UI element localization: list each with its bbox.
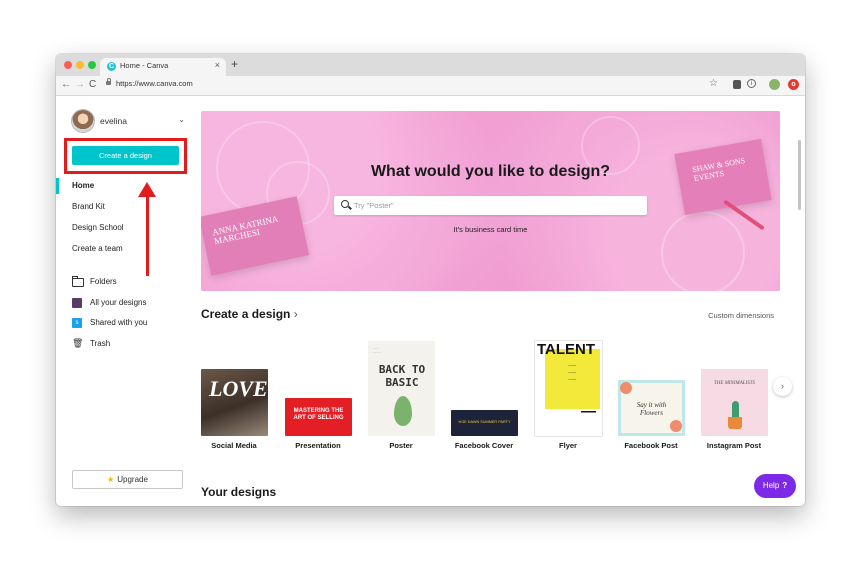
search-icon bbox=[341, 200, 349, 208]
create-design-heading[interactable]: Create a design › bbox=[201, 307, 298, 321]
scrollbar[interactable] bbox=[798, 140, 801, 210]
chevron-right-icon: › bbox=[293, 307, 298, 321]
new-tab-button[interactable]: + bbox=[231, 57, 238, 71]
info-extension-icon[interactable]: i bbox=[747, 79, 756, 88]
design-search-box[interactable] bbox=[334, 196, 647, 215]
sidebar-item-shared[interactable]: Shared with you bbox=[90, 318, 147, 327]
chevron-down-icon: ⌄ bbox=[178, 115, 185, 124]
label-social-media[interactable]: Social Media bbox=[189, 441, 279, 450]
shared-icon: s bbox=[72, 318, 82, 328]
profile-name: evelina bbox=[100, 116, 127, 126]
profile-avatar-icon[interactable] bbox=[769, 79, 780, 90]
hero-banner: ANNA KATRINA MARCHESI SHAW & SONS EVENTS… bbox=[201, 111, 780, 291]
label-facebook-post[interactable]: Facebook Post bbox=[606, 441, 696, 450]
profile-menu[interactable]: evelina ⌄ bbox=[72, 110, 187, 134]
poster-small-text: · · · · · · · bbox=[373, 347, 381, 355]
your-designs-heading: Your designs bbox=[201, 485, 277, 499]
extension-icon[interactable] bbox=[733, 80, 741, 89]
custom-dimensions-link[interactable]: Custom dimensions bbox=[708, 311, 774, 320]
back-arrow-icon[interactable]: ← bbox=[61, 79, 71, 91]
pot-decoration bbox=[728, 417, 742, 429]
template-flyer[interactable]: TALENT ~~~ ~~~ ~~~ — bbox=[535, 341, 602, 436]
thumb-text: THE MINIMALISTS bbox=[714, 381, 755, 386]
question-icon: ? bbox=[782, 481, 788, 490]
label-flyer[interactable]: Flyer bbox=[523, 441, 613, 450]
browser-window: C Home - Canva × + ← → C https://www.can… bbox=[56, 54, 805, 506]
flower-decoration bbox=[620, 382, 632, 394]
flower-decoration bbox=[670, 420, 682, 432]
carousel-next-button[interactable]: › bbox=[773, 377, 792, 396]
tab-title: Home - Canva bbox=[120, 61, 169, 70]
sidebar: evelina ⌄ Create a design Home Brand Kit… bbox=[56, 96, 194, 506]
template-facebook-cover[interactable]: HOE DAWN SUMMER PARTY bbox=[451, 410, 518, 436]
sidebar-item-folders[interactable]: Folders bbox=[90, 277, 117, 286]
thumb-text: Say it with Flowers bbox=[636, 401, 667, 417]
help-label: Help bbox=[762, 481, 780, 490]
active-indicator bbox=[56, 178, 59, 194]
template-poster[interactable]: · · · · · · · BACK TO BASIC bbox=[368, 341, 435, 436]
sidebar-item-all-designs[interactable]: All your designs bbox=[90, 298, 146, 307]
annotation-arrow bbox=[146, 192, 149, 276]
create-design-title: Create a design bbox=[201, 307, 291, 321]
folder-icon bbox=[72, 276, 84, 287]
sidebar-item-design-school[interactable]: Design School bbox=[72, 223, 124, 232]
reload-icon[interactable]: C bbox=[89, 79, 96, 91]
upgrade-button[interactable]: ★ Upgrade bbox=[72, 470, 183, 489]
url-field[interactable]: https://www.canva.com bbox=[116, 79, 193, 88]
thumb-text: HOE DAWN SUMMER PARTY bbox=[458, 420, 511, 424]
search-input[interactable] bbox=[354, 196, 639, 215]
sidebar-item-trash[interactable]: Trash bbox=[90, 339, 110, 348]
label-facebook-cover[interactable]: Facebook Cover bbox=[439, 441, 529, 450]
thumb-text: LOVE bbox=[209, 376, 268, 401]
hero-title: What would you like to design? bbox=[370, 163, 611, 180]
main-content: ANNA KATRINA MARCHESI SHAW & SONS EVENTS… bbox=[201, 96, 805, 506]
leaf-decoration bbox=[394, 396, 412, 426]
browser-tab[interactable]: C Home - Canva × bbox=[100, 58, 226, 76]
template-social-media[interactable]: LOVE bbox=[201, 369, 268, 436]
flyer-small-text: ~~~ ~~~ ~~~ bbox=[568, 364, 577, 383]
template-facebook-post[interactable]: Say it with Flowers bbox=[618, 380, 685, 436]
canva-favicon-icon: C bbox=[107, 62, 116, 71]
tab-close-button[interactable]: × bbox=[215, 60, 220, 70]
thumb-text: TALENT bbox=[537, 341, 596, 358]
create-design-button[interactable]: Create a design bbox=[72, 146, 179, 165]
lock-icon bbox=[106, 78, 111, 85]
sidebar-item-create-team[interactable]: Create a team bbox=[72, 244, 123, 253]
star-icon: ★ bbox=[107, 475, 115, 484]
flyer-bottom-text: — bbox=[581, 403, 596, 420]
thumb-text: MASTERING THE ART OF SELLING bbox=[293, 408, 344, 421]
forward-arrow-icon[interactable]: → bbox=[75, 79, 85, 91]
grid-icon bbox=[72, 298, 82, 308]
minimize-window-button[interactable] bbox=[76, 61, 84, 69]
bookmark-star-icon[interactable]: ☆ bbox=[709, 78, 718, 89]
sidebar-item-home[interactable]: Home bbox=[72, 181, 94, 190]
close-window-button[interactable] bbox=[64, 61, 72, 69]
upgrade-label: Upgrade bbox=[117, 475, 148, 484]
help-button[interactable]: Help? bbox=[754, 474, 796, 498]
label-instagram-post[interactable]: Instagram Post bbox=[689, 441, 779, 450]
label-poster[interactable]: Poster bbox=[356, 441, 446, 450]
canva-page: evelina ⌄ Create a design Home Brand Kit… bbox=[56, 96, 805, 506]
annotation-highlight-box: Create a design bbox=[64, 138, 187, 174]
template-presentation[interactable]: MASTERING THE ART OF SELLING bbox=[285, 398, 352, 436]
template-instagram-post[interactable]: THE MINIMALISTS bbox=[701, 369, 768, 436]
sidebar-item-brand-kit[interactable]: Brand Kit bbox=[72, 202, 105, 211]
thumb-text: BACK TO BASIC bbox=[378, 363, 426, 389]
address-bar: ← → C https://www.canva.com ☆ i o bbox=[56, 76, 805, 96]
red-extension-icon[interactable]: o bbox=[788, 79, 799, 90]
business-card-left: ANNA KATRINA MARCHESI bbox=[201, 196, 310, 276]
maximize-window-button[interactable] bbox=[88, 61, 96, 69]
avatar bbox=[72, 110, 94, 132]
tab-strip: C Home - Canva × + bbox=[56, 54, 805, 76]
label-presentation[interactable]: Presentation bbox=[273, 441, 363, 450]
trash-icon: 🗑 bbox=[72, 338, 84, 348]
hero-subtitle: It's business card time bbox=[453, 225, 528, 234]
flower-decoration bbox=[661, 211, 745, 291]
